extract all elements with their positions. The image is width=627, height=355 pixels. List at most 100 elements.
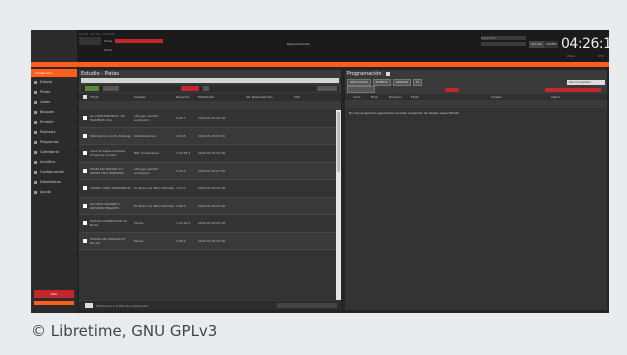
- scrollbar-thumb[interactable]: [337, 112, 340, 172]
- clear-button[interactable]: [445, 87, 459, 92]
- columns-button[interactable]: [317, 86, 337, 91]
- pagination[interactable]: [277, 303, 337, 308]
- sidebar-item-estado[interactable]: Estado: [31, 77, 77, 87]
- sidebar-item-podcasts[interactable]: Podcasts: [31, 127, 77, 137]
- library-panel: Estudio - Pistas Título Creador Duración…: [79, 70, 341, 310]
- schedule-table-body: No hay programas agendados durante el pe…: [345, 108, 607, 310]
- sidebar-item-label: Configuración: [40, 170, 65, 174]
- cell-modified: 2020-05-18 03:36: [198, 151, 226, 156]
- on-air-button[interactable]: ON AIR: [529, 41, 544, 48]
- row-checkbox[interactable]: [83, 116, 87, 121]
- sidebar-item-label: Programas: [40, 140, 59, 144]
- cell-modified: 2020-05-18 03:36: [198, 133, 226, 138]
- cell-creator: Ex Bosco de Tabio Partidas: [134, 203, 174, 208]
- sidebar-item-active[interactable]: Constructor: [31, 69, 77, 77]
- select-all-checkbox[interactable]: [83, 95, 87, 99]
- row-checkbox[interactable]: [83, 133, 87, 138]
- column-header-duration[interactable]: Duración: [176, 95, 198, 99]
- table-row[interactable]: AL-CONSTANTINOV, DE MAXIMOS LISA Lithuga…: [79, 110, 336, 128]
- count-button[interactable]: 10: [412, 78, 423, 86]
- status-icon: [34, 80, 37, 84]
- column-header-title[interactable]: Título: [411, 95, 491, 99]
- listen-button[interactable]: LISTEN: [544, 41, 559, 48]
- page-size-select[interactable]: [85, 303, 93, 308]
- row-checkbox[interactable]: [83, 186, 87, 191]
- table-row[interactable]: EXCEL NO ORDINA TU ARDES OSO GERPRON Lit…: [79, 162, 336, 180]
- sidebar-item-configuracion[interactable]: Configuración: [31, 167, 77, 177]
- add-button[interactable]: AGREGAR: [392, 78, 411, 86]
- remove-button[interactable]: ELIMINAR: [372, 78, 391, 86]
- tab-schedule[interactable]: Programación: [347, 70, 382, 78]
- sidebar-item-estadisticas[interactable]: Estadísticas: [31, 177, 77, 187]
- app-window: DJ Set · On Air · Current Show Track Rep…: [31, 30, 609, 313]
- table-row[interactable]: SA CRUZ GRANDE V ANTONIO ENSANTA Ex Bosc…: [79, 197, 336, 215]
- column-header-end[interactable]: Final: [371, 95, 389, 99]
- table-scrollbar[interactable]: [336, 110, 341, 300]
- cell-title: Estimados & Ondo Bullerga: [90, 133, 132, 138]
- cell-modified: 2020-05-18 03:36: [198, 221, 226, 226]
- row-checkbox[interactable]: [83, 203, 87, 208]
- column-header-duration[interactable]: Duración: [389, 95, 411, 99]
- column-header-creator[interactable]: Creador: [134, 95, 176, 99]
- sidebar-item-bloques[interactable]: Bloques: [31, 107, 77, 117]
- row-checkbox[interactable]: [83, 238, 87, 243]
- timeline-bar: [545, 87, 601, 92]
- date-range-field[interactable]: [347, 86, 375, 93]
- sidebar-item-calendario[interactable]: Calendario: [31, 147, 77, 157]
- row-checkbox[interactable]: [83, 221, 87, 226]
- table-row[interactable]: Casa de tapas maldosa Programa insobre N…: [79, 145, 336, 163]
- edit-button[interactable]: [103, 86, 119, 91]
- sidebar-item-analitica[interactable]: Analítica: [31, 157, 77, 167]
- program-filter-select[interactable]: Buscar programa: [567, 79, 605, 85]
- sidebar-item-label: Analítica: [40, 160, 56, 164]
- sidebar-item-pistas[interactable]: Pistas: [31, 87, 77, 97]
- column-header-creator[interactable]: Creador: [491, 95, 551, 99]
- row-checkbox[interactable]: [83, 151, 87, 156]
- sidebar-item-label: Podcasts: [40, 130, 56, 134]
- column-header-title[interactable]: Título: [90, 95, 134, 99]
- cell-creator: Tobias: [134, 221, 144, 226]
- sidebar-item-ayuda[interactable]: Ayuda: [31, 187, 77, 197]
- top-header: DJ Set · On Air · Current Show Track Rep…: [31, 30, 609, 62]
- sidebar-footer-bar: [34, 301, 74, 305]
- add-button[interactable]: [85, 86, 99, 91]
- sidebar-item-listas[interactable]: Listas: [31, 97, 77, 107]
- column-header-start[interactable]: Inicio: [345, 95, 371, 99]
- cell-creator: Cabildotamala: [134, 133, 156, 138]
- schedule-subtoolbar: [345, 86, 607, 93]
- cell-modified: 2020-05-18 03:36: [198, 116, 226, 121]
- select-button[interactable]: SELECCIONAR: [347, 78, 371, 86]
- calendar-icon: [34, 140, 37, 144]
- row-checkbox[interactable]: [83, 168, 87, 173]
- sidebar-item-programas[interactable]: Programas: [31, 137, 77, 147]
- table-row[interactable]: CAMPO LAMA ARMISENOTS Ex Bosco de Tabio …: [79, 180, 336, 198]
- table-footer-info: Mostrando 1 a 100 de 8 elementos: [96, 303, 149, 308]
- empty-message: No hay programas agendados durante el pe…: [349, 111, 460, 115]
- close-icon[interactable]: [385, 72, 390, 76]
- table-row[interactable]: Estimados & Ondo Bullerga Cabildotamala …: [79, 127, 336, 145]
- filter-icon[interactable]: [203, 86, 209, 91]
- column-header-modified[interactable]: Modificado: [198, 95, 246, 99]
- column-header-album[interactable]: Álbum: [551, 95, 560, 99]
- logout-button[interactable]: Salir: [34, 290, 74, 298]
- table-row[interactable]: MUSICA OLEMRADOR de Balas Tobias 1:01:00…: [79, 215, 336, 233]
- column-header-info[interactable]: Info: [294, 95, 341, 99]
- cell-duration: 1:02:58.3: [176, 151, 191, 156]
- cell-creator: Lithuga nabidoh-audiojamo: [134, 114, 160, 123]
- sidebar-item-label: Ayuda: [40, 190, 51, 194]
- column-header-played[interactable]: Ult. Reproducción: [246, 95, 294, 99]
- table-header: Título Creador Duración Modificado Ult. …: [79, 93, 341, 101]
- schedule-panel: Programación SELECCIONAR ELIMINAR AGREGA…: [345, 70, 607, 310]
- schedule-tabs: Programación: [345, 70, 607, 78]
- sidebar-item-emision[interactable]: Emisión: [31, 117, 77, 127]
- delete-button[interactable]: [181, 86, 199, 91]
- sidebar-item-label: Calendario: [40, 150, 59, 154]
- cell-modified: 2020-05-18 07:35: [198, 168, 226, 173]
- search-input[interactable]: [81, 78, 339, 83]
- table-row[interactable]: MUSICA MA ENMIADO E BALAS Tobias 3:46.0 …: [79, 232, 336, 250]
- sidebar-item-label: Emisión: [40, 120, 54, 124]
- station-logo: [31, 30, 77, 62]
- now-playing-label: Reproduciendo: [287, 42, 310, 46]
- clock-zone-label: Zona: [567, 54, 575, 58]
- cell-title: AL-CONSTANTINOV, DE MAXIMOS LISA: [90, 114, 125, 123]
